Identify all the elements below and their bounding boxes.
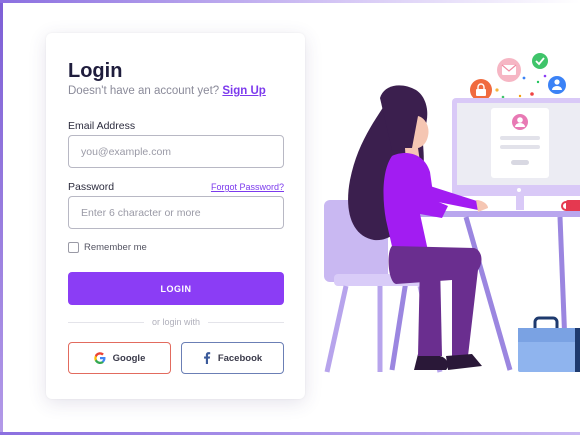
signup-prompt: Doesn't have an account yet? Sign Up (68, 85, 266, 97)
signup-link[interactable]: Sign Up (222, 85, 265, 97)
login-card: Login Doesn't have an account yet? Sign … (46, 33, 305, 399)
facebook-icon (203, 352, 211, 364)
woman-at-computer-illustration (324, 53, 580, 373)
mail-icon (497, 58, 521, 82)
frame-left (0, 0, 3, 435)
signup-prompt-text: Doesn't have an account yet? (68, 85, 220, 97)
divider-text: or login with (151, 317, 201, 327)
remember-me-checkbox[interactable] (68, 242, 79, 253)
check-icon (532, 53, 548, 69)
facebook-login-button[interactable]: Facebook (181, 342, 284, 374)
computer-monitor (452, 98, 580, 210)
remember-me-row: Remember me (68, 242, 147, 253)
login-button[interactable]: LOGIN (68, 272, 284, 305)
email-label: Email Address (68, 120, 136, 132)
briefcase (518, 316, 580, 372)
email-input[interactable] (68, 135, 284, 168)
google-icon (93, 352, 106, 364)
remember-me-label: Remember me (84, 242, 147, 253)
page-title: Login (68, 60, 123, 82)
password-label: Password (68, 181, 115, 193)
lock-icon (470, 79, 492, 101)
forgot-password-link[interactable]: Forgot Password? (211, 182, 284, 192)
user-icon (548, 76, 566, 94)
google-button-label: Google (112, 352, 146, 364)
divider-line-right (208, 321, 284, 323)
google-login-button[interactable]: Google (68, 342, 171, 374)
frame-top (0, 0, 580, 3)
login-divider: or login with (68, 317, 284, 327)
divider-line-left (68, 321, 144, 323)
password-input[interactable] (68, 196, 284, 229)
facebook-button-label: Facebook (217, 352, 263, 364)
